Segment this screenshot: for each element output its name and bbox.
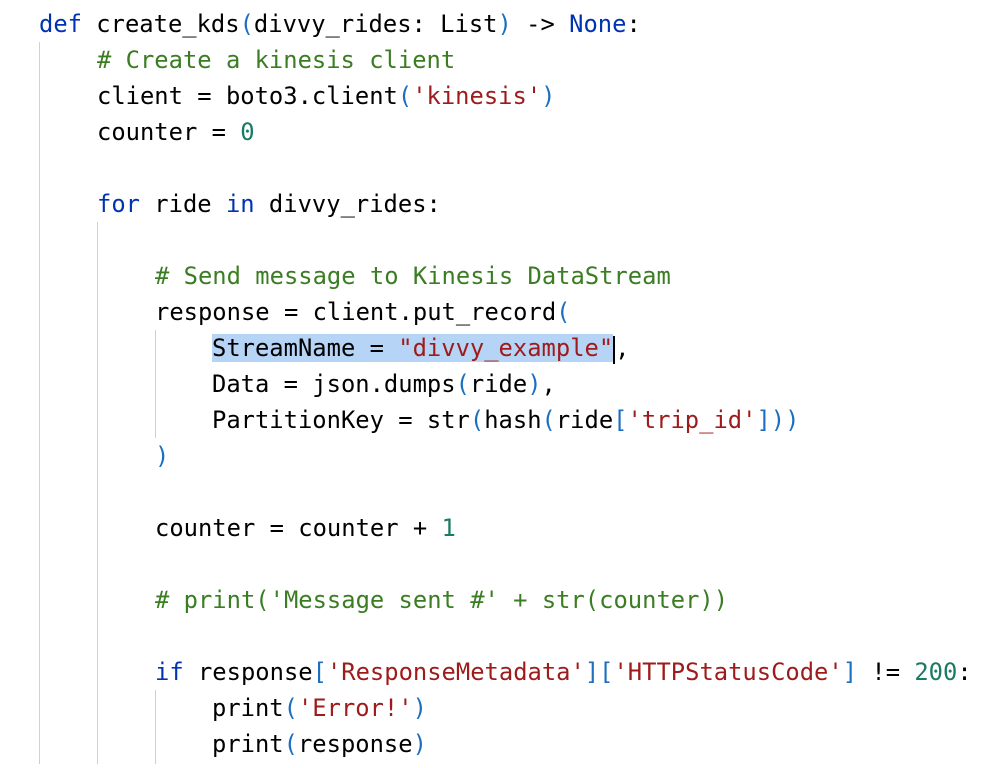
paren: (: [455, 370, 470, 398]
code-text: Data = json.dumps: [212, 370, 456, 398]
parameters: divvy_rides: List: [253, 10, 498, 38]
arrow-operator: ->: [511, 10, 570, 38]
paren: ): [412, 730, 427, 758]
number-literal: 0: [240, 118, 255, 146]
code-text: !=: [857, 658, 915, 686]
code-line-19[interactable]: if response['ResponseMetadata']['HTTPSta…: [155, 654, 972, 690]
code-line-12[interactable]: PartitionKey = str(hash(ride['trip_id'])…: [212, 402, 799, 438]
paren: (: [556, 298, 571, 326]
code-text: ride: [139, 190, 226, 218]
keyword-for: for: [97, 190, 140, 218]
code-text: response: [297, 730, 413, 758]
code-text: ride: [555, 406, 614, 434]
paren: (: [397, 82, 413, 110]
code-text: counter =: [97, 118, 241, 146]
code-text: =: [355, 334, 399, 362]
comment: # Create a kinesis client: [97, 46, 456, 74]
paren: ): [527, 370, 542, 398]
paren: (: [239, 10, 254, 38]
string-literal: 'trip_id': [627, 406, 757, 434]
paren: ): [155, 442, 170, 470]
comment: # print('Message sent #' + str(counter)): [155, 586, 729, 614]
paren: ): [770, 406, 786, 434]
string-literal: 'HTTPStatusCode': [613, 658, 843, 686]
code-text: print: [212, 694, 284, 722]
bracket: [: [613, 406, 628, 434]
code-line-10[interactable]: StreamName = "divvy_example",: [212, 330, 630, 366]
code-text: ride: [469, 370, 528, 398]
paren: ): [541, 82, 556, 110]
colon: :: [626, 10, 641, 38]
code-line-21[interactable]: print(response): [212, 726, 427, 762]
code-line-1[interactable]: def create_kds(divvy_rides: List) -> Non…: [39, 6, 641, 42]
code-text: PartitionKey = str: [212, 406, 470, 434]
colon: :: [957, 658, 972, 686]
string-literal: 'Error!': [297, 694, 413, 722]
code-line-17[interactable]: # print('Message sent #' + str(counter)): [155, 582, 728, 618]
code-text: response: [183, 658, 313, 686]
code-text: StreamName: [212, 334, 356, 362]
code-editor[interactable]: def create_kds(divvy_rides: List) -> Non…: [0, 0, 986, 768]
bracket: ]: [584, 658, 600, 686]
code-line-9[interactable]: response = client.put_record(: [155, 294, 570, 330]
keyword-in: in: [225, 190, 255, 218]
comment: # Send message to Kinesis DataStream: [155, 262, 671, 290]
code-text: print: [212, 730, 284, 758]
bracket: ]: [842, 658, 858, 686]
paren: (: [283, 694, 298, 722]
paren: (: [541, 406, 556, 434]
function-name: create_kds: [81, 10, 240, 38]
code-line-20[interactable]: print('Error!'): [212, 690, 427, 726]
paren: ): [412, 694, 427, 722]
code-line-3[interactable]: client = boto3.client('kinesis'): [97, 78, 555, 114]
keyword-if: if: [155, 658, 184, 686]
code-text: ,: [615, 334, 630, 362]
keyword-none: None: [569, 10, 627, 38]
code-line-11[interactable]: Data = json.dumps(ride),: [212, 366, 556, 402]
paren: (: [283, 730, 298, 758]
string-literal: "divvy_example": [398, 334, 614, 362]
number-literal: 200: [914, 658, 958, 686]
code-line-15[interactable]: counter = counter + 1: [155, 510, 456, 546]
bracket: ]: [756, 406, 771, 434]
paren: (: [469, 406, 485, 434]
indent-guide: [97, 222, 98, 764]
code-line-13[interactable]: ): [155, 438, 169, 474]
code-text: client = boto3.client: [97, 82, 398, 110]
code-text: divvy_rides:: [254, 190, 441, 218]
code-line-4[interactable]: counter = 0: [97, 114, 255, 150]
selection-highlight[interactable]: StreamName = "divvy_example": [212, 334, 614, 362]
bracket: [: [312, 658, 327, 686]
paren: ): [497, 10, 512, 38]
indent-guide: [39, 42, 40, 764]
code-text: hash: [484, 406, 542, 434]
bracket: [: [599, 658, 614, 686]
code-text: counter = counter +: [155, 514, 442, 542]
code-text: ,: [541, 370, 556, 398]
paren: ): [785, 406, 800, 434]
string-literal: 'ResponseMetadata': [326, 658, 585, 686]
indent-guide: [155, 690, 156, 764]
indent-guide: [155, 330, 156, 438]
number-literal: 1: [441, 514, 456, 542]
code-line-8[interactable]: # Send message to Kinesis DataStream: [155, 258, 671, 294]
string-literal: 'kinesis': [412, 82, 542, 110]
keyword-def: def: [39, 10, 82, 38]
code-line-2[interactable]: # Create a kinesis client: [97, 42, 455, 78]
code-text: response = client.put_record: [155, 298, 557, 326]
code-line-6[interactable]: for ride in divvy_rides:: [97, 186, 441, 222]
